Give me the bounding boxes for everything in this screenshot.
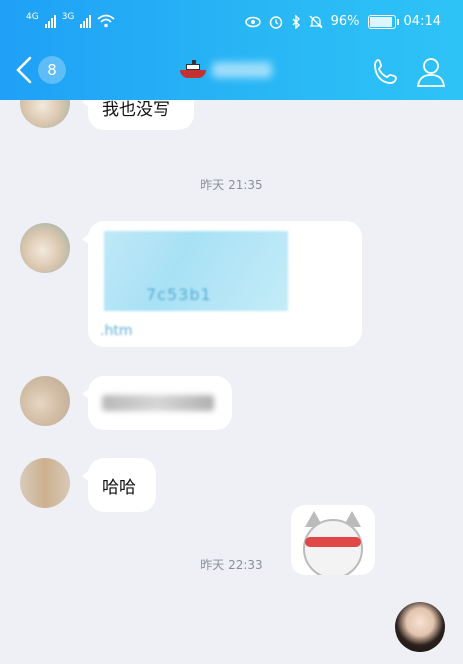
my-avatar[interactable] — [395, 602, 445, 652]
signal-indicators: 4G 3G — [26, 12, 115, 28]
phone-icon[interactable] — [370, 56, 402, 88]
message-bubble[interactable]: 哈哈 — [82, 458, 156, 512]
chat-header: 8 — [0, 44, 463, 100]
timestamp: 昨天 21:35 — [200, 178, 263, 192]
profile-icon[interactable] — [416, 56, 446, 88]
battery-icon — [367, 14, 399, 29]
link-text-2: .htm — [100, 323, 133, 339]
status-bar: 4G 3G 96% 04:14 — [0, 0, 463, 44]
signal-icon-2 — [80, 14, 92, 28]
avatar[interactable] — [20, 100, 70, 128]
sticker-message[interactable] — [291, 505, 375, 575]
link-message-bubble[interactable]: 7c53b1 .htm — [82, 221, 362, 347]
link-text: 7c53b1 — [146, 285, 212, 304]
network-label-1: 4G — [26, 12, 39, 22]
alarm-icon — [269, 15, 282, 29]
contact-name-blurred — [212, 62, 272, 78]
avatar[interactable] — [20, 223, 70, 273]
message-bubble[interactable] — [82, 376, 232, 430]
network-label-2: 3G — [61, 12, 75, 22]
back-button[interactable]: 8 — [14, 55, 66, 85]
timestamp: 昨天 22:33 — [200, 558, 263, 572]
wifi-icon — [97, 14, 115, 28]
bluetooth-icon — [292, 14, 300, 29]
message-bubble[interactable]: 我也没写 — [82, 100, 194, 130]
unread-badge: 8 — [38, 56, 66, 84]
battery-percent: 96% — [330, 14, 360, 29]
message-list[interactable]: 我也没写 昨天 21:35 7c53b1 .htm 哈哈 昨天 22:33 — [0, 100, 463, 664]
ship-icon — [180, 60, 206, 80]
cat-sticker-icon — [303, 519, 363, 575]
signal-icon — [44, 14, 56, 28]
link-preview-blurred[interactable]: 7c53b1 .htm — [100, 231, 288, 339]
avatar[interactable] — [20, 376, 70, 426]
system-indicators: 96% 04:14 — [244, 14, 441, 29]
message-text-blurred — [102, 395, 214, 411]
chevron-left-icon — [16, 56, 32, 84]
avatar[interactable] — [20, 458, 70, 508]
chat-title — [180, 60, 272, 80]
message-text: 哈哈 — [102, 477, 136, 498]
mute-icon — [309, 15, 323, 28]
message-text: 我也没写 — [102, 100, 170, 120]
clock: 04:14 — [403, 14, 441, 29]
eye-icon — [244, 16, 261, 27]
